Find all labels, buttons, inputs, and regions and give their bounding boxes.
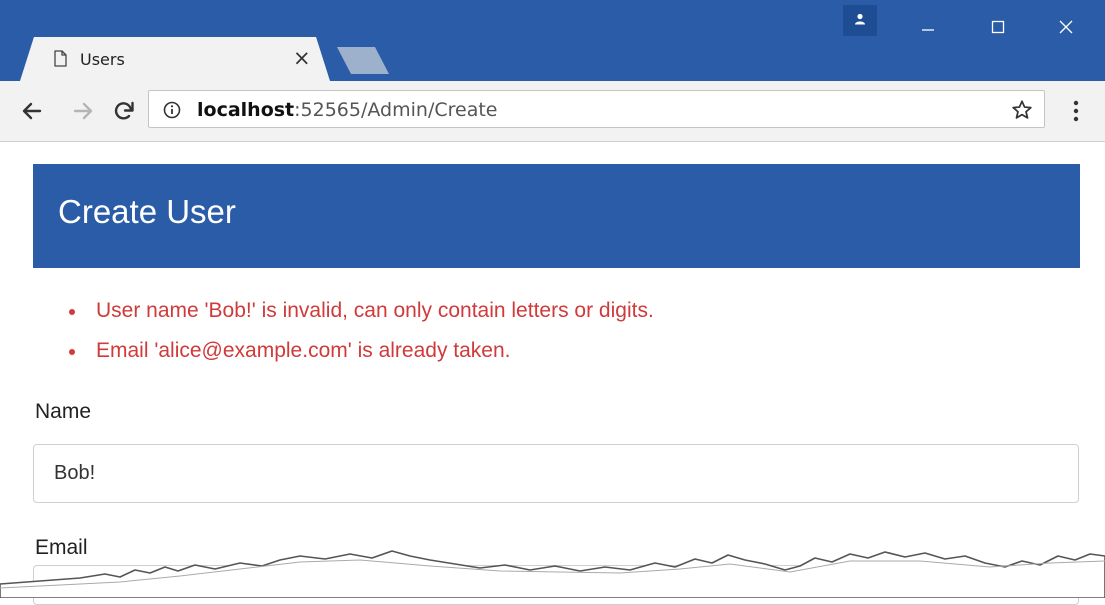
browser-tab-users[interactable]: Users × bbox=[20, 37, 330, 81]
address-bar[interactable]: localhost:52565/Admin/Create bbox=[148, 90, 1045, 128]
minimize-icon[interactable] bbox=[905, 9, 951, 39]
url-path: :52565/Admin/Create bbox=[294, 99, 498, 121]
info-icon[interactable] bbox=[163, 101, 181, 119]
validation-error-username: User name 'Bob!' is invalid, can only co… bbox=[56, 291, 654, 331]
url-text[interactable]: localhost:52565/Admin/Create bbox=[197, 99, 497, 121]
validation-error-email: Email 'alice@example.com' is already tak… bbox=[56, 331, 654, 371]
more-vertical-icon[interactable] bbox=[1072, 99, 1080, 123]
browser-titlebar: Users × bbox=[0, 0, 1105, 81]
tab-close-icon[interactable]: × bbox=[293, 46, 311, 70]
document-icon bbox=[54, 50, 67, 67]
reload-icon[interactable] bbox=[112, 99, 136, 123]
profile-button[interactable] bbox=[843, 5, 877, 36]
name-input[interactable] bbox=[33, 444, 1079, 503]
arrow-left-icon[interactable] bbox=[20, 99, 44, 123]
browser-toolbar: localhost:52565/Admin/Create bbox=[0, 81, 1105, 142]
torn-edge-decoration bbox=[0, 550, 1105, 598]
new-tab-button[interactable] bbox=[337, 47, 389, 74]
star-icon[interactable] bbox=[1011, 99, 1033, 121]
url-host: localhost bbox=[197, 99, 295, 121]
person-icon bbox=[855, 13, 865, 25]
page-title: Create User bbox=[58, 193, 236, 230]
page-header: Create User bbox=[33, 164, 1080, 268]
close-icon[interactable] bbox=[1043, 9, 1089, 39]
maximize-icon[interactable] bbox=[975, 9, 1021, 39]
tab-title: Users bbox=[80, 50, 125, 69]
validation-summary: User name 'Bob!' is invalid, can only co… bbox=[56, 291, 654, 371]
arrow-right-icon[interactable] bbox=[71, 99, 95, 123]
name-label: Name bbox=[35, 400, 92, 423]
